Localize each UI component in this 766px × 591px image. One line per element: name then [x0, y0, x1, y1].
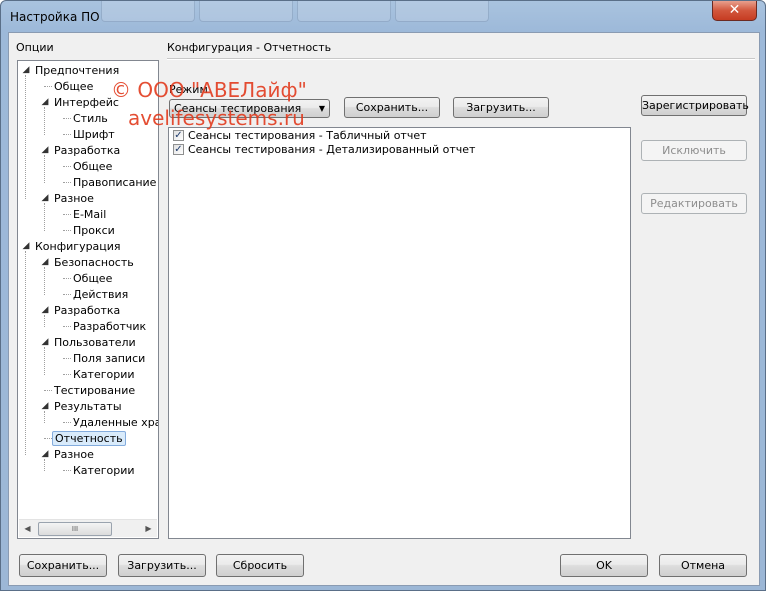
mode-load-button[interactable]: Загрузить...	[453, 97, 549, 118]
tree-connector	[63, 230, 71, 231]
exclude-button[interactable]: Исключить	[641, 140, 747, 161]
tree-item-label: Разработчик	[73, 320, 147, 333]
scroll-right-arrow-icon[interactable]: ▶	[140, 520, 157, 537]
background-tabs	[101, 1, 489, 23]
tree-item-label: Безопасность	[54, 256, 134, 269]
tree-item-label: Предпочтения	[35, 64, 120, 77]
cancel-button[interactable]: Отмена	[659, 554, 747, 577]
edit-button[interactable]: Редактировать	[641, 193, 747, 214]
watermark-url: avelifesystems.ru	[128, 106, 305, 130]
expand-toggle-icon[interactable]: ◢	[40, 191, 50, 206]
mode-save-button[interactable]: Сохранить...	[344, 97, 440, 118]
tree-guide-line	[44, 155, 45, 183]
tree-item-label: Конфигурация	[35, 240, 121, 253]
tree-guide-line	[44, 267, 45, 295]
tree-item-label: Разработка	[54, 144, 121, 157]
tree-guide-line	[25, 75, 26, 199]
report-label: Сеансы тестирования - Табличный отчет	[188, 129, 427, 142]
tree-connector	[63, 134, 71, 135]
tree-connector	[63, 182, 71, 183]
scroll-thumb[interactable]: III	[38, 522, 112, 536]
tree-connector	[63, 374, 71, 375]
tree-connector	[63, 470, 71, 471]
report-checkbox[interactable]: ✓	[173, 130, 184, 141]
watermark-copyright: © ООО "АВЕЛайф"	[111, 78, 307, 102]
tree-connector	[63, 118, 71, 119]
report-checkbox[interactable]: ✓	[173, 144, 184, 155]
reports-list[interactable]: ✓ Сеансы тестирования - Табличный отчет …	[168, 127, 631, 539]
expand-toggle-icon[interactable]: ◢	[40, 447, 50, 462]
tree-item-label: Разное	[54, 192, 94, 205]
close-icon[interactable]: ✕	[712, 1, 757, 21]
tree-guide-line	[44, 203, 45, 231]
title-bar[interactable]: Настройка ПО ✕	[1, 1, 765, 32]
settings-window: Настройка ПО ✕ Опции ◀ III ▶ ◢ Предпочтен…	[0, 0, 766, 591]
tree-item-label: Действия	[73, 288, 129, 301]
chevron-down-icon: ▼	[318, 104, 325, 113]
tree-item-label: Разное	[54, 448, 94, 461]
expand-toggle-icon[interactable]: ◢	[21, 63, 31, 78]
tree-item-label: Общее	[73, 272, 113, 285]
tree-item-label: Категории	[73, 464, 135, 477]
tree-connector	[63, 358, 71, 359]
tree-connector	[44, 390, 52, 391]
scroll-left-arrow-icon[interactable]: ◀	[19, 520, 36, 537]
tree-item-label: Поля записи	[73, 352, 146, 365]
report-label: Сеансы тестирования - Детализированный о…	[188, 143, 476, 156]
tree-guide-line	[44, 411, 45, 423]
expand-toggle-icon[interactable]: ◢	[40, 143, 50, 158]
tree-item-label: Пользователи	[54, 336, 136, 349]
tree-horizontal-scrollbar[interactable]: ◀ III ▶	[19, 519, 157, 537]
tree-item-label: Прокси	[73, 224, 115, 237]
tree-guide-line	[44, 347, 45, 375]
tree-item-label: Категории	[73, 368, 135, 381]
tree-connector	[63, 294, 71, 295]
tree-connector	[63, 422, 71, 423]
reset-button[interactable]: Сбросить	[216, 554, 304, 577]
tree-item-label: Отчетность	[52, 431, 126, 446]
expand-toggle-icon[interactable]: ◢	[40, 335, 50, 350]
tree-guide-line	[25, 251, 26, 455]
tree-connector	[63, 214, 71, 215]
tree-item-label: E-Mail	[73, 208, 107, 221]
tree-item-label: Общее	[54, 80, 94, 93]
tree-connector	[44, 438, 52, 439]
header-separator	[167, 58, 755, 60]
expand-toggle-icon[interactable]: ◢	[40, 399, 50, 414]
expand-toggle-icon[interactable]: ◢	[21, 239, 31, 254]
window-title: Настройка ПО	[10, 10, 100, 24]
tree-connector	[63, 326, 71, 327]
tree-item-label: Удаленные хра	[73, 416, 159, 429]
footer-load-button[interactable]: Загрузить...	[118, 554, 206, 577]
options-tree[interactable]: ◀ III ▶ ◢ Предпочтения Общее ◢ Интерфейс Стил…	[17, 60, 159, 539]
tree-guide-line	[44, 107, 45, 135]
options-header: Опции	[16, 41, 54, 54]
tree-guide-line	[44, 459, 45, 471]
expand-toggle-icon[interactable]: ◢	[40, 303, 50, 318]
tree-connector	[44, 86, 52, 87]
footer-save-button[interactable]: Сохранить...	[19, 554, 107, 577]
tree-connector	[63, 278, 71, 279]
tree-item-label: Разработка	[54, 304, 121, 317]
section-header: Конфигурация - Отчетность	[167, 41, 332, 54]
dialog-client-area: Опции ◀ III ▶ ◢ Предпочтения Общее ◢ Интерфе…	[8, 32, 760, 586]
expand-toggle-icon[interactable]: ◢	[40, 255, 50, 270]
tree-item-label: Стиль	[73, 112, 108, 125]
tree-item-label: Результаты	[54, 400, 122, 413]
tree-item-label: Шрифт	[73, 128, 115, 141]
tree-guide-line	[44, 315, 45, 327]
tree-item-label: Общее	[73, 160, 113, 173]
tree-item-label: Правописание	[73, 176, 157, 189]
register-button[interactable]: Зарегистрировать	[641, 95, 749, 116]
tree-item-label: Тестирование	[54, 384, 136, 397]
expand-toggle-icon[interactable]: ◢	[40, 95, 50, 110]
ok-button[interactable]: OK	[560, 554, 648, 577]
tree-connector	[63, 166, 71, 167]
